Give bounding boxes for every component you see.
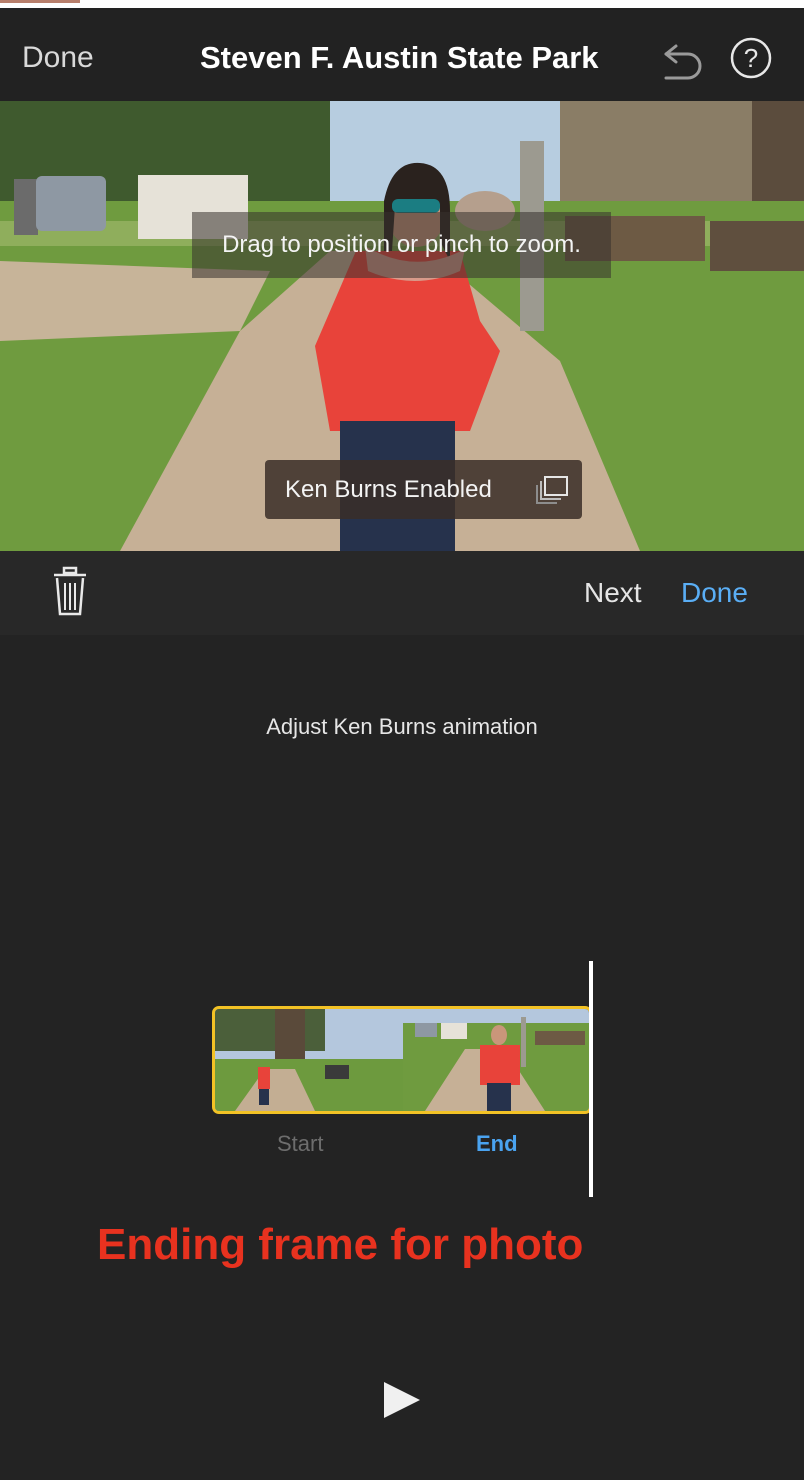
undo-icon[interactable] — [660, 42, 704, 82]
play-icon[interactable] — [382, 1380, 422, 1420]
end-label[interactable]: End — [476, 1130, 518, 1158]
ken-burns-label: Ken Burns Enabled — [285, 476, 492, 503]
help-icon[interactable]: ? — [729, 36, 773, 80]
playhead[interactable] — [589, 961, 593, 1197]
ken-burns-icon — [536, 476, 568, 504]
nav-done-button[interactable]: Done — [22, 40, 94, 76]
status-strip — [0, 0, 804, 8]
start-label[interactable]: Start — [277, 1130, 323, 1158]
annotation-text: Ending frame for photo — [97, 1220, 584, 1269]
done-button[interactable]: Done — [681, 576, 748, 610]
svg-text:?: ? — [744, 43, 758, 73]
next-button[interactable]: Next — [584, 576, 642, 610]
end-frame-thumbnail[interactable] — [403, 1009, 589, 1111]
clip-filmstrip[interactable] — [212, 1006, 592, 1114]
trash-icon[interactable] — [52, 566, 88, 618]
project-title: Steven F. Austin State Park — [200, 40, 599, 75]
start-frame-thumbnail[interactable] — [215, 1009, 403, 1111]
status-tab — [0, 0, 80, 3]
adjust-instruction: Adjust Ken Burns animation — [266, 714, 538, 739]
position-hint: Drag to position or pinch to zoom. — [192, 212, 611, 278]
ken-burns-toggle[interactable]: Ken Burns Enabled — [265, 460, 582, 519]
photo-preview[interactable]: Drag to position or pinch to zoom. Ken B… — [0, 101, 804, 551]
